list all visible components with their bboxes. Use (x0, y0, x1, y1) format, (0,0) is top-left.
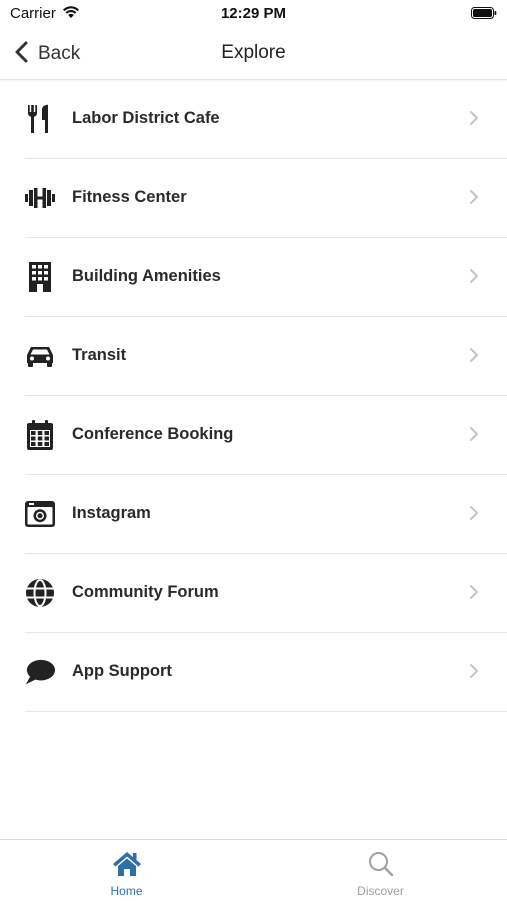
chevron-right-icon (469, 663, 479, 684)
calendar-icon (25, 420, 55, 450)
menu-item-label: Building Amenities (72, 267, 221, 285)
search-icon (368, 851, 394, 882)
menu-item-instagram[interactable]: Instagram (25, 475, 507, 554)
chevron-right-icon (469, 347, 479, 368)
chevron-right-icon (469, 268, 479, 289)
globe-icon (25, 578, 55, 608)
menu-item-fitness-center[interactable]: Fitness Center (25, 159, 507, 238)
menu-item-app-support[interactable]: App Support (25, 633, 507, 712)
tab-bar: Home Discover (0, 839, 507, 901)
menu-item-building-amenities[interactable]: Building Amenities (25, 238, 507, 317)
chevron-right-icon (469, 110, 479, 131)
utensils-icon (25, 104, 55, 134)
menu-item-label: Conference Booking (72, 425, 234, 443)
menu-item-community-forum[interactable]: Community Forum (25, 554, 507, 633)
home-icon (112, 851, 142, 882)
tab-discover-label: Discover (357, 884, 404, 898)
menu-item-label: Transit (72, 346, 127, 364)
status-time: 12:29 PM (220, 5, 287, 22)
tab-home[interactable]: Home (0, 840, 253, 901)
menu-item-label: Instagram (72, 504, 151, 522)
status-bar: Carrier 12:29 PM (0, 0, 507, 28)
navigation-bar: Back Explore (0, 28, 507, 80)
menu-item-label: Community Forum (72, 583, 219, 601)
dumbbell-icon (25, 183, 55, 213)
tab-home-label: Home (110, 884, 143, 898)
camera-icon (25, 499, 55, 529)
chat-bubble-icon (25, 657, 55, 687)
chevron-right-icon (469, 584, 479, 605)
building-icon (25, 262, 55, 292)
explore-menu-list: Labor District Cafe Fitness Center Build… (25, 80, 507, 712)
menu-item-conference-booking[interactable]: Conference Booking (25, 396, 507, 475)
menu-item-labor-district-cafe[interactable]: Labor District Cafe (25, 80, 507, 159)
menu-item-label: Labor District Cafe (72, 109, 220, 127)
menu-item-label: Fitness Center (72, 188, 187, 206)
chevron-right-icon (469, 505, 479, 526)
chevron-right-icon (469, 189, 479, 210)
menu-item-transit[interactable]: Transit (25, 317, 507, 396)
car-icon (25, 341, 55, 371)
page-title: Explore (221, 42, 286, 63)
menu-item-label: App Support (72, 662, 172, 680)
battery-icon (471, 6, 497, 19)
tab-discover[interactable]: Discover (254, 840, 507, 901)
chevron-right-icon (469, 426, 479, 447)
